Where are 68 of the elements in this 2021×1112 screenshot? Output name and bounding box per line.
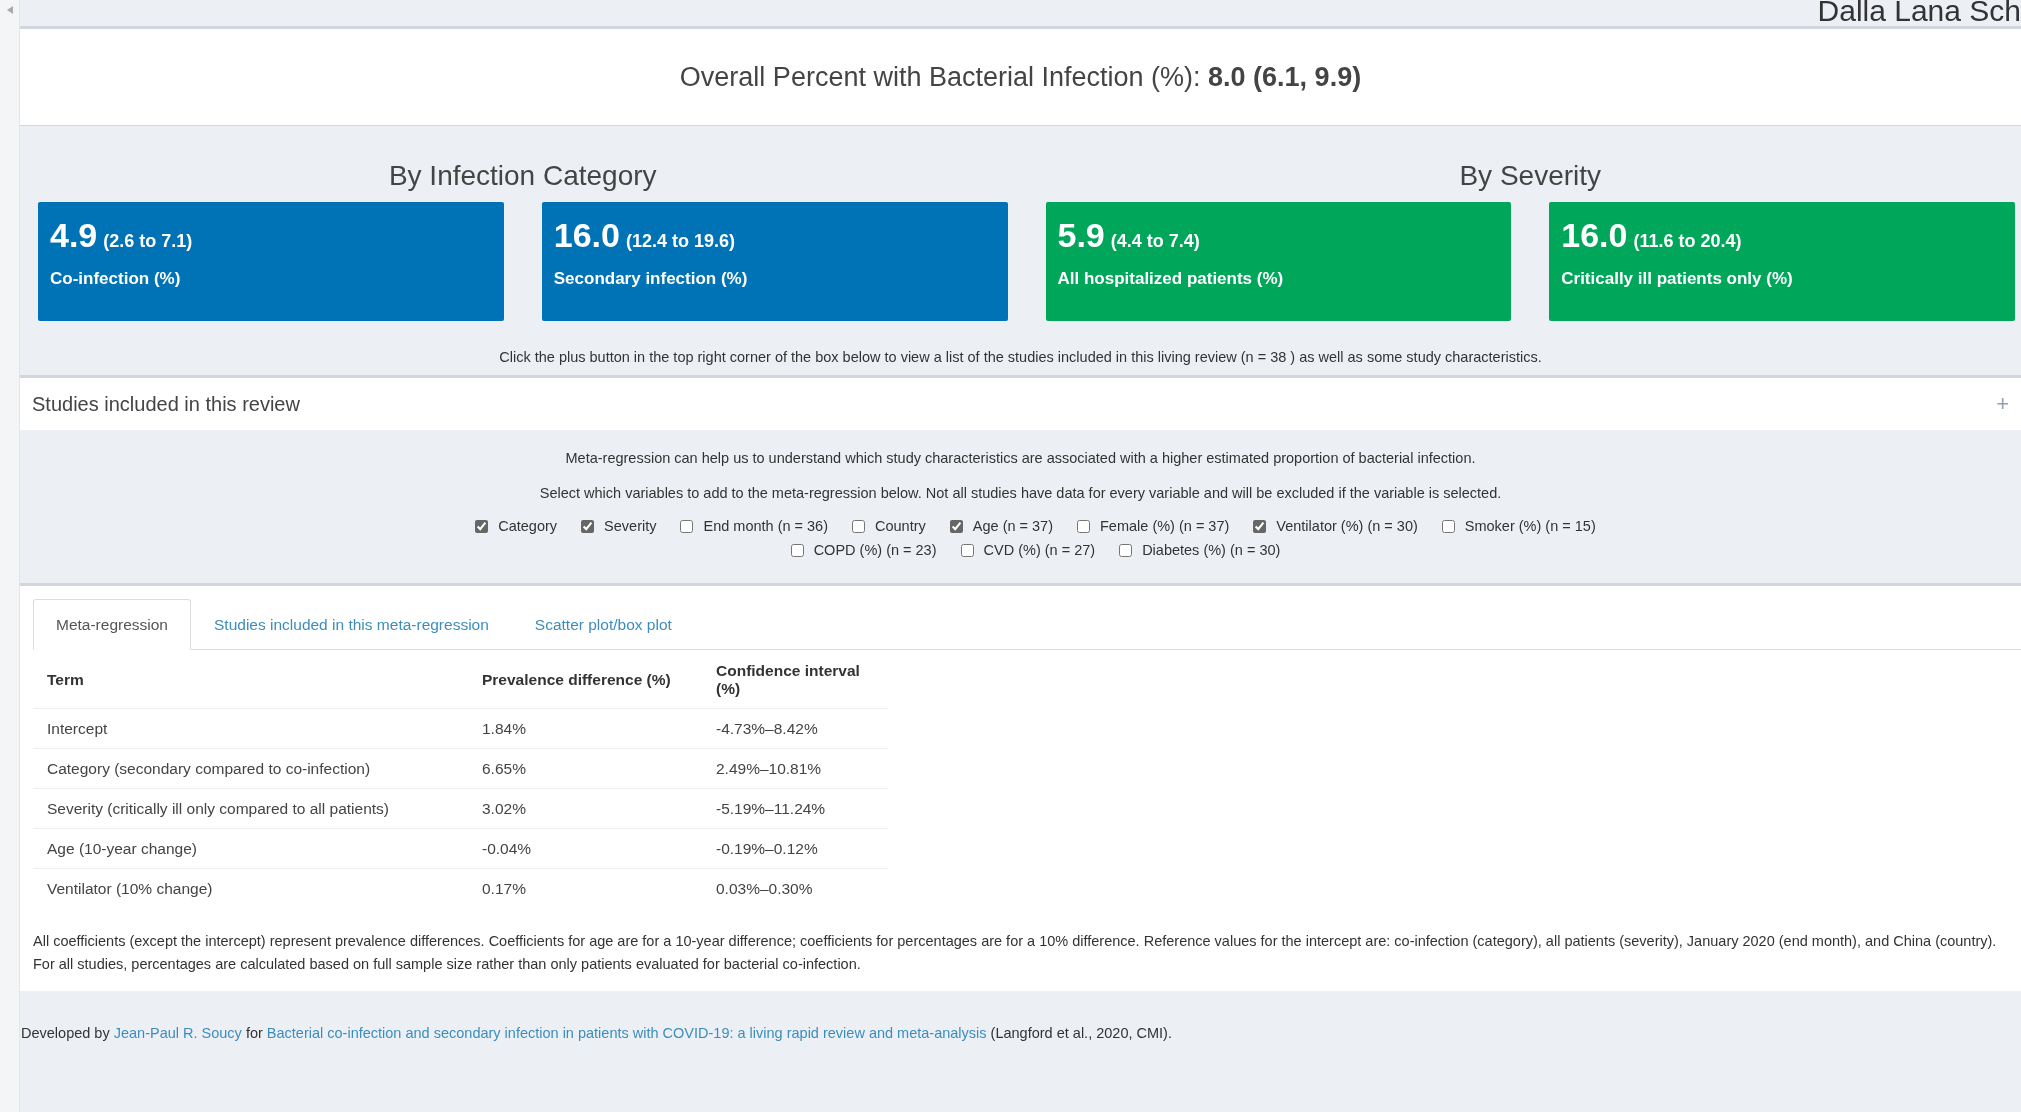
estimate-range: (2.6 to 7.1) (103, 231, 193, 252)
estimate-label: Secondary infection (%) (553, 269, 748, 289)
column-header: Confidence interval (%) (702, 652, 888, 709)
variable-checkbox[interactable] (475, 519, 489, 533)
variable-checkbox[interactable] (790, 543, 804, 557)
variable-checkbox[interactable] (852, 519, 865, 533)
variable-checkbox[interactable] (680, 519, 694, 533)
table-cell: 1.84% (468, 708, 702, 749)
variable-label: CVD (%) (n = 27) (983, 542, 1096, 558)
table-cell: 0.17% (468, 868, 702, 908)
variable-checkbox[interactable] (949, 519, 963, 533)
variable-label: Country (875, 518, 926, 534)
table-cell: 3.02% (468, 788, 702, 829)
variable-label: Ventilator (%) (n = 30) (1276, 518, 1418, 534)
estimate-value: 5.9 (1057, 216, 1105, 255)
group-heading: By Infection Category (388, 160, 657, 192)
info-text: Meta-regression can help us to understand which study characteristics are associated with a higher estimated proportion of bacterial infection. (565, 450, 1476, 466)
estimate-label: All hospitalized patients (%) (1057, 269, 1284, 289)
variable-checkbox[interactable] (1077, 519, 1090, 533)
table-cell: Ventilator (10% change) (33, 868, 468, 908)
instruction-text: Click the plus button in the top right corner of the box below to view a list of the studies included in this living review (n = 38 ) as well as some study characteristics. (499, 349, 1542, 365)
estimate-range: (11.6 to 20.4) (1633, 231, 1742, 252)
footer-link[interactable]: Bacterial co-infection and secondary infection in patients with COVID-19: a living rapid review and meta-analysis (266, 1025, 987, 1041)
estimate-range: (12.4 to 19.6) (625, 231, 735, 252)
site-title-fragment: Dalla Lana Sch (1817, 0, 2021, 26)
variable-checkbox[interactable] (960, 543, 974, 557)
variable-checkbox[interactable] (1441, 519, 1455, 533)
table-cell: Intercept (33, 708, 468, 749)
column-header: Prevalence difference (%) (468, 652, 702, 709)
variable-label: Severity (604, 518, 657, 534)
estimate-label: Co-infection (%) (50, 269, 181, 289)
estimate-label: Critically ill patients only (%) (1561, 269, 1793, 289)
variable-checkbox[interactable] (581, 519, 595, 533)
table-cell: 6.65% (468, 748, 702, 789)
footer-link[interactable]: Jean-Paul R. Soucy (113, 1025, 242, 1041)
variable-checkbox[interactable] (1253, 519, 1267, 533)
table-cell: -0.04% (468, 828, 702, 869)
table-cell: Age (10-year change) (33, 828, 468, 869)
variable-label: COPD (%) (n = 23) (813, 542, 937, 558)
table-cell: 2.49%–10.81% (702, 748, 888, 789)
footnote-text: All coefficients (except the intercept) represent prevalence differences. Coefficients for age are for a 10-year difference; coefficients for percentages are for a 10% difference. Reference values for the intercept are: co-infection (category), all patients (severity), January 2020 (end month), and China (country). For all studies, percentages are calculated based on full sample size rather than only patients evaluated for bacterial co-infection. (33, 932, 1998, 974)
table-cell: Severity (critically ill only compared to all patients) (33, 788, 468, 829)
variable-label: Female (%) (n = 37) (1100, 518, 1230, 534)
variable-label: Category (498, 518, 558, 534)
estimate-value: 16.0 (553, 216, 620, 255)
info-text: Select which variables to add to the meta-regression below. Not all studies have data for every variable and will be excluded if the variable is selected. (539, 485, 1502, 501)
variable-label: Diabetes (%) (n = 30) (1142, 542, 1281, 558)
variable-label: End month (n = 36) (703, 518, 828, 534)
table-cell: -4.73%–8.42% (702, 708, 888, 749)
variable-label: Age (n = 37) (972, 518, 1053, 534)
box-title: Studies included in this review (32, 392, 300, 416)
variable-checkbox[interactable] (1119, 543, 1133, 557)
expand-button[interactable]: + (1992, 391, 2013, 417)
table-cell: -0.19%–0.12% (702, 828, 888, 869)
estimate-value: 4.9 (50, 216, 98, 255)
variable-label: Smoker (%) (n = 15) (1464, 518, 1596, 534)
table-cell: Category (secondary compared to co-infection) (33, 748, 468, 789)
table-cell: 0.03%–0.30% (702, 868, 888, 908)
estimate-range: (4.4 to 7.4) (1110, 231, 1200, 252)
table-cell: -5.19%–11.24% (702, 788, 888, 829)
tab[interactable]: Scatter plot/box plot (511, 599, 695, 650)
estimate-value: 16.0 (1561, 216, 1628, 255)
tab[interactable]: Studies included in this meta-regression (191, 599, 512, 650)
group-heading: By Severity (1459, 160, 1602, 192)
footer-text: Developed by Jean-Paul R. Soucy for Bacterial co-infection and secondary infection in patients with COVID-19: a living rapid review and meta-analysis (Langford et al., 2020, CMI). (20, 1025, 1173, 1041)
column-header: Term (33, 652, 468, 709)
overall-estimate: Overall Percent with Bacterial Infection (%): 8.0 (6.1, 9.9) (679, 61, 1362, 93)
tab[interactable]: Meta-regression (33, 599, 191, 650)
